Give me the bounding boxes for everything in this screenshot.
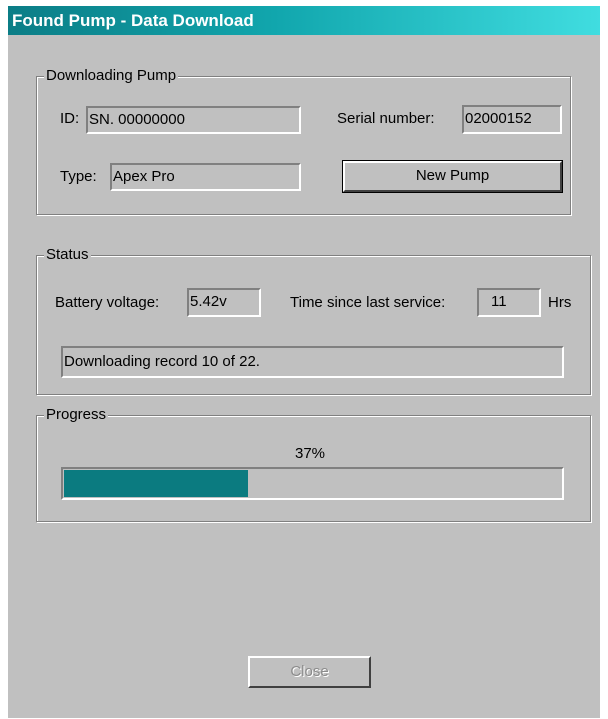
id-label: ID: — [60, 110, 80, 127]
id-field[interactable]: SN. 00000000 — [86, 106, 301, 134]
status-group: Status Battery voltage: 5.42v Time since… — [36, 246, 591, 395]
progress-group: Progress 37% — [36, 406, 591, 522]
serial-number-label: Serial number: — [337, 110, 435, 127]
close-button[interactable]: Close — [248, 656, 371, 688]
type-field[interactable]: Apex Pro — [110, 163, 301, 191]
battery-voltage-field[interactable]: 5.42v — [187, 288, 261, 317]
time-since-service-label: Time since last service: — [290, 294, 446, 311]
battery-voltage-label: Battery voltage: — [55, 294, 160, 311]
progress-bar — [61, 467, 564, 500]
serial-number-field[interactable]: 02000152 — [462, 105, 562, 134]
status-message-field: Downloading record 10 of 22. — [61, 346, 564, 378]
window-title[interactable]: Found Pump - Data Download — [8, 6, 600, 35]
type-label: Type: — [60, 168, 97, 185]
downloading-pump-group: Downloading Pump ID: SN. 00000000 Serial… — [36, 67, 571, 215]
new-pump-button[interactable]: New Pump — [342, 160, 563, 193]
download-dialog: Found Pump - Data Download Downloading P… — [8, 6, 600, 718]
progress-percent-label: 37% — [295, 445, 326, 462]
group-label-downloading-pump: Downloading Pump — [44, 67, 179, 85]
hours-unit-label: Hrs — [548, 294, 572, 311]
time-since-service-field[interactable]: 11 — [477, 288, 541, 317]
group-label-status: Status — [44, 246, 91, 264]
group-label-progress: Progress — [44, 406, 109, 424]
progress-bar-fill — [64, 470, 248, 497]
